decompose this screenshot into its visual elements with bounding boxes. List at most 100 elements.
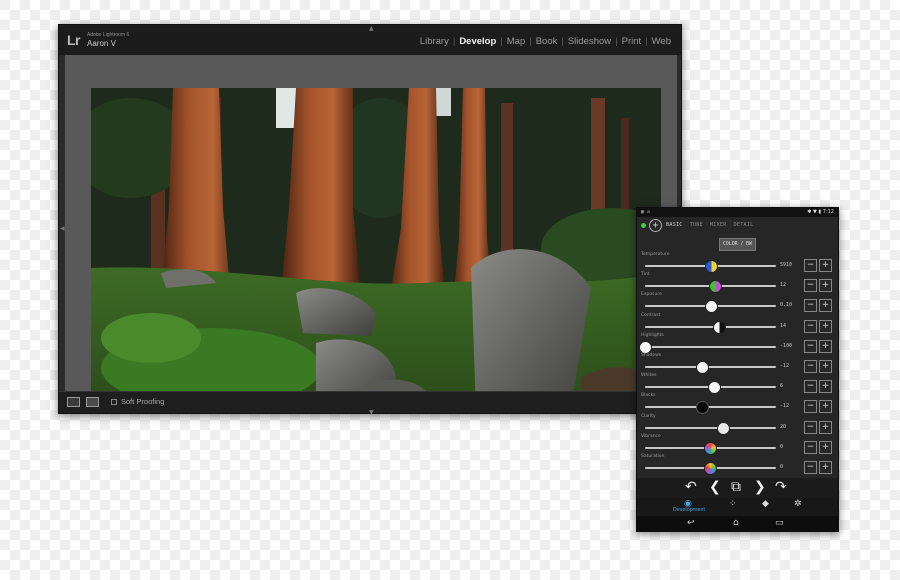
slider-row-whites: Whites 6 − +	[637, 373, 838, 395]
home-icon[interactable]: ⌂	[733, 518, 739, 528]
android-phone: ▣ ✉ ✱ ▼ ▮ 7:12 + BASIC TONE MIXER DETAIL…	[636, 207, 839, 532]
vibrance-slider-knob[interactable]	[704, 441, 717, 455]
panel-tabs: + BASIC TONE MIXER DETAIL	[637, 219, 838, 233]
soft-proofing-checkbox-icon[interactable]	[111, 398, 117, 405]
slider-row-shadows: Shadows -12 − +	[637, 353, 838, 374]
whites-value: 6	[780, 383, 784, 390]
module-map[interactable]: Map	[503, 36, 529, 47]
soft-proofing-toggle[interactable]: Soft Proofing	[111, 397, 164, 406]
redo-icon[interactable]: ↷	[775, 479, 787, 495]
blacks-slider-track[interactable]	[645, 406, 776, 409]
previous-icon[interactable]: ❮	[709, 479, 721, 495]
shadows-decrement-button[interactable]: −	[804, 359, 817, 373]
contrast-slider-knob[interactable]	[713, 320, 727, 334]
lightroom-toolbar: Soft Proofing ▼	[59, 391, 681, 416]
blacks-slider-knob[interactable]	[696, 401, 710, 415]
slider-list: Temperature 5910− + Tint 12− + Exposure 0.10− + C…	[637, 252, 838, 475]
shadows-increment-button[interactable]: +	[819, 359, 832, 373]
clarity-slider-knob[interactable]	[717, 421, 731, 435]
clarity-increment-button[interactable]: +	[819, 420, 832, 434]
panel-toggle-bottom-icon[interactable]: ▼	[369, 409, 374, 416]
slider-row-exposure: Exposure 0.10 − +	[637, 292, 838, 314]
exposure-decrement-button[interactable]: −	[804, 299, 817, 313]
before-after-view-icon[interactable]	[86, 397, 99, 407]
temperature-increment-button[interactable]: +	[819, 259, 832, 272]
tint-increment-button[interactable]: +	[819, 279, 832, 293]
bottom-navigation: ◉ Development ⁘ ◆ ✲	[637, 498, 838, 516]
presets-icon[interactable]: ⁘	[729, 499, 737, 509]
saturation-increment-button[interactable]: +	[819, 460, 832, 474]
slider-row-vibrance: Vibrance 0 − +	[637, 433, 838, 455]
whites-decrement-button[interactable]: −	[804, 380, 817, 394]
blacks-decrement-button[interactable]: −	[804, 400, 817, 414]
module-print[interactable]: Print	[618, 36, 646, 47]
compare-icon[interactable]: ⧉	[731, 479, 741, 495]
tab-mixer[interactable]: MIXER	[710, 222, 727, 228]
saturation-decrement-button[interactable]: −	[804, 460, 817, 474]
module-book[interactable]: Book	[532, 36, 562, 47]
temperature-slider-knob[interactable]	[705, 260, 719, 273]
saturation-slider-knob[interactable]	[704, 461, 717, 475]
clarity-label: Clarity	[641, 413, 656, 419]
tab-detail[interactable]: DETAIL	[734, 222, 754, 228]
recent-apps-icon[interactable]: ▭	[775, 518, 784, 528]
highlights-decrement-button[interactable]: −	[804, 339, 817, 353]
exposure-label: Exposure	[641, 292, 662, 298]
settings-gear-icon[interactable]: ✲	[794, 499, 802, 509]
loupe-view-icon[interactable]	[67, 397, 80, 407]
highlights-slider-knob[interactable]	[638, 340, 652, 354]
lightroom-window: ▲ Lr Adobe Lightroom 6 Aaron V Library | …	[58, 24, 682, 416]
module-picker: Library | Develop | Map | Book | Slideshow | …	[416, 36, 675, 47]
back-icon[interactable]: ↩	[687, 518, 695, 528]
vibrance-decrement-button[interactable]: −	[804, 440, 817, 454]
whites-slider-knob[interactable]	[707, 381, 721, 395]
panel-toggle-top-icon[interactable]: ▲	[369, 25, 374, 32]
clarity-slider-track[interactable]	[645, 426, 776, 429]
whites-increment-button[interactable]: +	[819, 380, 832, 394]
tint-value: 12	[780, 282, 787, 289]
contrast-increment-button[interactable]: +	[819, 319, 832, 333]
module-web[interactable]: Web	[648, 36, 675, 47]
tint-slider-knob[interactable]	[709, 280, 723, 294]
blacks-increment-button[interactable]: +	[819, 400, 832, 414]
blacks-label: Blacks	[641, 393, 656, 399]
system-navigation-bar: ↩ ⌂ ▭	[637, 516, 838, 532]
tint-decrement-button[interactable]: −	[804, 279, 817, 293]
exposure-slider-knob[interactable]	[705, 300, 719, 314]
edit-controls-bar: ↶ ❮ ⧉ ❯ ↷	[637, 478, 838, 498]
forest-image	[91, 88, 661, 413]
highlights-label: Highlights	[641, 332, 664, 338]
shadows-slider-track[interactable]	[645, 365, 776, 368]
highlights-slider-track[interactable]	[645, 345, 776, 348]
tab-basic[interactable]: BASIC	[666, 222, 683, 228]
slider-row-tint: Tint 12 − +	[637, 272, 838, 294]
module-slideshow[interactable]: Slideshow	[564, 36, 615, 47]
tint-label: Tint	[641, 272, 650, 278]
undo-icon[interactable]: ↶	[685, 479, 697, 495]
saturation-label: Saturation	[641, 453, 665, 459]
slider-row-clarity: Clarity 20 − +	[637, 413, 838, 435]
next-icon[interactable]: ❯	[754, 479, 766, 495]
exposure-increment-button[interactable]: +	[819, 299, 832, 313]
temperature-decrement-button[interactable]: −	[804, 259, 817, 272]
tab-tone[interactable]: TONE	[690, 222, 703, 228]
slider-row-temperature: Temperature 5910 − +	[637, 252, 838, 273]
vibrance-increment-button[interactable]: +	[819, 440, 832, 454]
shadows-slider-knob[interactable]	[696, 360, 710, 374]
whites-label: Whites	[641, 373, 657, 379]
module-develop[interactable]: Develop	[455, 36, 500, 47]
panel-toggle-left-icon[interactable]: ◀	[60, 225, 65, 232]
color-bw-button[interactable]: COLOR / BW	[719, 238, 756, 251]
image-canvas	[65, 55, 677, 413]
contrast-decrement-button[interactable]: −	[804, 319, 817, 333]
library-icon[interactable]: ◆	[762, 499, 769, 509]
status-system-icons: ✱ ▼ ▮ 7:12	[807, 209, 834, 215]
vibrance-value: 0	[780, 443, 784, 450]
nav-development-label[interactable]: Development	[673, 508, 705, 513]
module-library[interactable]: Library	[416, 36, 453, 47]
contrast-slider-track[interactable]	[645, 325, 776, 328]
vibrance-label: Vibrance	[641, 433, 661, 439]
highlights-increment-button[interactable]: +	[819, 339, 832, 353]
clarity-decrement-button[interactable]: −	[804, 420, 817, 434]
add-icon[interactable]: +	[649, 219, 662, 232]
